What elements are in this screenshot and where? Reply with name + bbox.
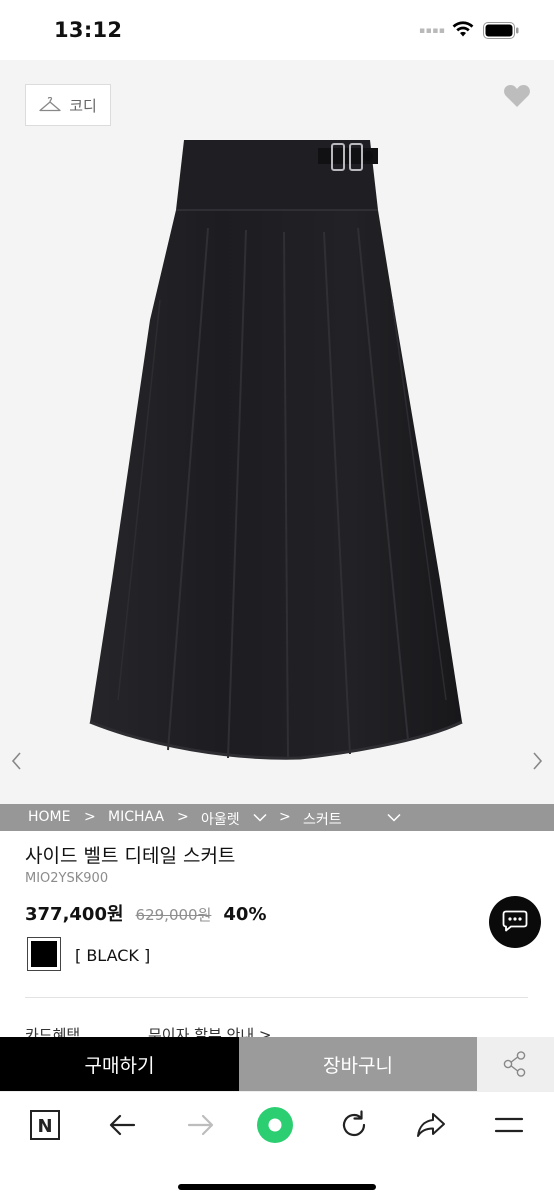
- battery-icon: [483, 22, 519, 39]
- heart-icon[interactable]: [503, 84, 531, 108]
- signal-icon: ▪▪▪▪: [419, 26, 446, 36]
- add-to-cart-button[interactable]: 장바구니: [239, 1037, 477, 1091]
- chevron-left-icon[interactable]: [8, 750, 24, 772]
- menu-button[interactable]: [492, 1108, 526, 1142]
- share-nodes-icon: [503, 1051, 526, 1077]
- divider: [25, 997, 528, 998]
- arrow-left-icon: [109, 1114, 136, 1136]
- naver-n-icon: N: [30, 1110, 60, 1140]
- green-dot-button[interactable]: [257, 1107, 293, 1143]
- breadcrumb-subcategory[interactable]: 스커트: [303, 809, 342, 829]
- chat-button[interactable]: [489, 896, 541, 948]
- buy-button[interactable]: 구매하기: [0, 1037, 239, 1091]
- color-swatch-fill: [31, 941, 57, 967]
- breadcrumb-brand[interactable]: MICHAA: [108, 809, 164, 825]
- product-code: MIO2YSK900: [25, 871, 109, 886]
- green-dot-icon: [257, 1107, 293, 1143]
- breadcrumb-separator: >: [84, 809, 96, 825]
- chat-bubble-icon: [502, 910, 528, 932]
- codi-label: 코디: [69, 96, 97, 115]
- breadcrumb-separator: >: [177, 809, 189, 825]
- breadcrumb-category[interactable]: 아울렛: [201, 809, 240, 829]
- chevron-right-icon[interactable]: [530, 750, 546, 772]
- hanger-icon: [39, 97, 61, 112]
- discount-rate: 40%: [223, 904, 267, 925]
- product-photo: [89, 140, 463, 760]
- share-arrow-icon: [417, 1113, 445, 1137]
- breadcrumb-home[interactable]: HOME: [28, 809, 70, 825]
- arrow-right-icon: [187, 1114, 214, 1136]
- breadcrumb-separator: >: [279, 809, 291, 825]
- chevron-down-icon[interactable]: [253, 813, 267, 822]
- status-bar: 13:12 ▪▪▪▪: [0, 0, 554, 60]
- original-price: 629,000원: [135, 906, 212, 924]
- back-button[interactable]: [106, 1108, 140, 1142]
- refresh-icon: [342, 1110, 366, 1137]
- chevron-down-icon[interactable]: [387, 813, 401, 822]
- home-indicator: [178, 1184, 376, 1190]
- share-page-button[interactable]: [414, 1108, 448, 1142]
- color-name: [ BLACK ]: [75, 946, 151, 965]
- breadcrumb: HOME > MICHAA > 아울렛 > 스커트: [0, 804, 554, 831]
- forward-button[interactable]: [183, 1108, 217, 1142]
- svg-text:N: N: [37, 1116, 52, 1137]
- color-swatch-black[interactable]: [27, 937, 61, 971]
- price-row: 377,400원 629,000원 40%: [25, 900, 266, 926]
- share-button[interactable]: [477, 1037, 554, 1091]
- purchase-action-bar: 구매하기 장바구니: [0, 1037, 554, 1091]
- hamburger-menu-icon: [494, 1117, 524, 1133]
- product-image-carousel[interactable]: 코디: [0, 60, 554, 804]
- sale-price: 377,400원: [25, 904, 124, 925]
- wifi-icon: [452, 21, 474, 37]
- refresh-button[interactable]: [337, 1108, 371, 1142]
- status-time: 13:12: [54, 18, 123, 42]
- product-name: 사이드 벨트 디테일 스커트: [25, 845, 236, 867]
- codi-button[interactable]: 코디: [25, 84, 111, 126]
- naver-home-button[interactable]: N: [28, 1108, 62, 1142]
